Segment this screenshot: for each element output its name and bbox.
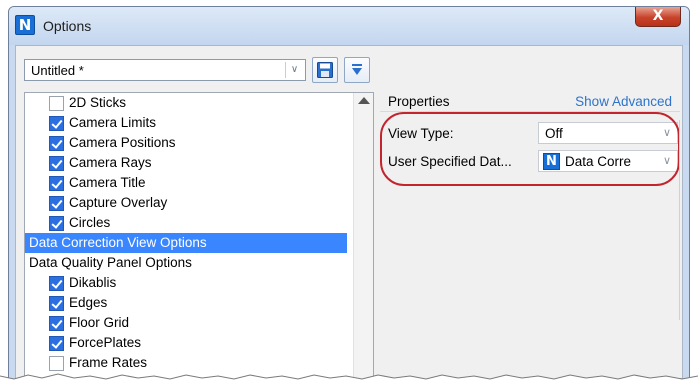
panel-divider — [679, 120, 680, 320]
properties-panel: Properties Show Advanced View Type: Off … — [380, 92, 680, 379]
scroll-up-arrow-icon[interactable] — [358, 97, 370, 104]
chevron-down-icon[interactable]: ∨ — [285, 62, 303, 78]
list-item-label: Camera Positions — [69, 135, 176, 150]
save-button[interactable] — [312, 57, 338, 83]
checkbox-checked[interactable] — [49, 116, 64, 131]
list-item-label: Edges — [69, 295, 108, 310]
view-type-label: View Type: — [388, 126, 454, 141]
window-title: Options — [43, 18, 92, 34]
list-item[interactable]: Circles — [25, 213, 347, 233]
show-advanced-link[interactable]: Show Advanced — [575, 94, 672, 109]
user-specified-data-value: Data Corre — [565, 154, 632, 169]
list-item[interactable]: Edges — [25, 293, 347, 313]
list-item[interactable]: Camera Rays — [25, 153, 347, 173]
list-item-label: Data Correction View Options — [29, 235, 207, 250]
properties-header: Properties Show Advanced — [380, 92, 680, 112]
checkbox-checked[interactable] — [49, 316, 64, 331]
list-item-label: Data Quality Panel Options — [29, 255, 192, 270]
user-specified-data-label: User Specified Dat... — [388, 154, 512, 169]
triangle-down-icon — [352, 64, 362, 75]
floppy-disk-icon — [317, 62, 333, 78]
checkbox-checked[interactable] — [49, 296, 64, 311]
options-list-items: 2D Sticks Camera Limits Camera Positions Ca… — [25, 93, 373, 379]
list-group-header[interactable]: Data Quality Panel Options — [25, 253, 347, 273]
list-item-label: Capture Overlay — [69, 195, 168, 210]
list-item[interactable]: Capture Overlay — [25, 193, 347, 213]
checkbox-checked[interactable] — [49, 156, 64, 171]
options-list[interactable]: 2D Sticks Camera Limits Camera Positions Ca… — [24, 92, 374, 379]
checkbox-unchecked[interactable] — [49, 96, 64, 111]
chevron-down-icon: ∨ — [662, 127, 671, 139]
checkbox-checked[interactable] — [49, 136, 64, 151]
list-item[interactable]: Camera Title — [25, 173, 347, 193]
list-item[interactable]: Camera Positions — [25, 133, 347, 153]
list-scrollbar[interactable] — [353, 93, 373, 379]
torn-edge-decoration — [0, 373, 698, 388]
list-item[interactable]: Dikablis — [25, 273, 347, 293]
list-item[interactable]: ForcePlates — [25, 333, 347, 353]
list-group-header[interactable]: Data Correction View Options — [25, 233, 347, 253]
preset-combo[interactable]: Untitled * ∨ — [24, 59, 306, 81]
list-item[interactable]: Camera Limits — [25, 113, 347, 133]
view-type-value: Off — [545, 126, 563, 141]
app-icon: N — [15, 15, 35, 35]
checkbox-checked[interactable] — [49, 176, 64, 191]
checkbox-checked[interactable] — [49, 276, 64, 291]
list-item-label: ForcePlates — [69, 335, 142, 350]
toolbar: Untitled * ∨ — [24, 56, 424, 84]
list-item-label: Dikablis — [69, 275, 117, 290]
preset-value: Untitled * — [31, 63, 84, 78]
close-button[interactable]: X — [635, 7, 681, 27]
user-specified-data-combo[interactable]: N Data Corre ∨ — [538, 150, 678, 172]
checkbox-checked[interactable] — [49, 216, 64, 231]
list-item-label: Camera Rays — [69, 155, 152, 170]
options-client-area: Untitled * ∨ 2D Sticks Camera Limits Camer… — [15, 45, 683, 379]
checkbox-checked[interactable] — [49, 196, 64, 211]
view-type-combo[interactable]: Off ∨ — [538, 122, 678, 144]
options-window: N Options X Untitled * ∨ 2D Sticks Camer… — [8, 6, 690, 380]
list-item[interactable]: Floor Grid — [25, 313, 347, 333]
chevron-down-icon: ∨ — [662, 155, 671, 167]
list-item-label: 2D Sticks — [69, 95, 127, 110]
title-bar[interactable]: N Options X — [9, 7, 689, 45]
list-item-label: Floor Grid — [69, 315, 130, 330]
presets-menu-button[interactable] — [344, 57, 370, 83]
list-item[interactable]: 2D Sticks — [25, 93, 347, 113]
nexus-app-icon: N — [543, 153, 560, 170]
list-item-label: Camera Limits — [69, 115, 157, 130]
checkbox-checked[interactable] — [49, 336, 64, 351]
properties-title: Properties — [388, 94, 450, 109]
list-item-label: Camera Title — [69, 175, 146, 190]
list-item-label: Circles — [69, 215, 111, 230]
